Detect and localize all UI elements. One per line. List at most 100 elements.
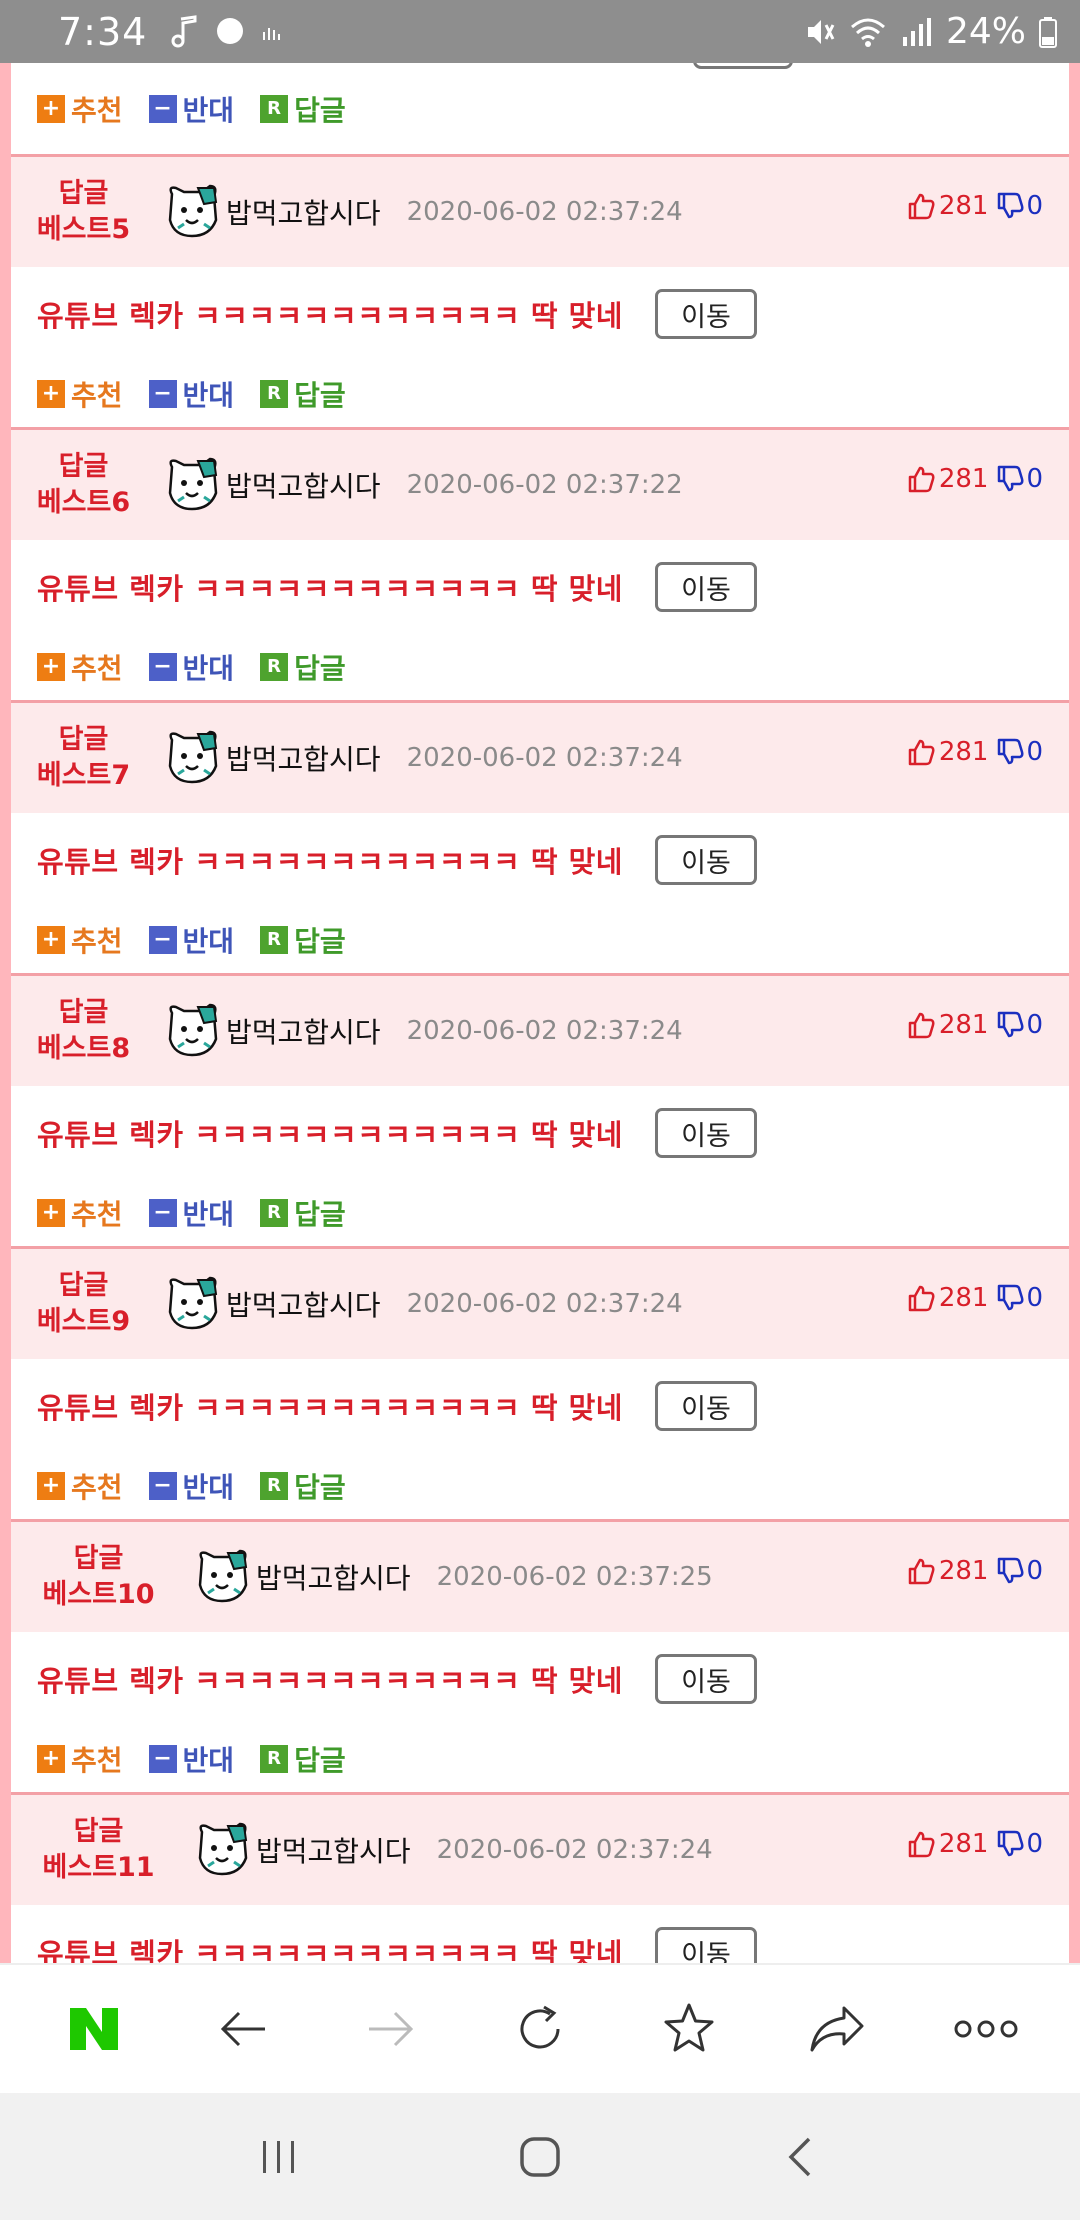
reply-icon: R [260, 926, 289, 954]
oppose-button[interactable]: − 반대 [148, 1193, 234, 1233]
reply-button[interactable]: R 답글 [260, 647, 346, 687]
oppose-button[interactable]: − 반대 [148, 1739, 234, 1779]
music-note-icon [171, 14, 197, 47]
reply-button[interactable]: R 답글 [260, 1193, 346, 1233]
back-arrow-icon[interactable] [193, 1979, 293, 2079]
home-icon[interactable] [516, 2133, 564, 2181]
recommend-button[interactable]: + 추천 [37, 920, 123, 960]
dislike-count: 0 [1026, 1010, 1043, 1040]
comment-item: 답글 베스트6 밥먹고합시다 2020-06-02 02:37:22 281 0… [11, 430, 1069, 703]
like-count: 281 [938, 1283, 989, 1313]
plus-icon: + [37, 1199, 65, 1227]
comment-header: 답글 베스트10 밥먹고합시다 2020-06-02 02:37:25 281 … [11, 1522, 1069, 1632]
user-avatar-icon [168, 730, 218, 784]
author-name[interactable]: 밥먹고합시다 [226, 1284, 381, 1324]
move-button[interactable]: 이동 [655, 562, 757, 612]
thumbs-up-icon[interactable] [907, 192, 935, 220]
thumbs-down-icon[interactable] [996, 738, 1024, 766]
thumbs-down-icon[interactable] [996, 1284, 1024, 1312]
author-name[interactable]: 밥먹고합시다 [256, 1557, 411, 1597]
reply-button[interactable]: R 답글 [260, 1739, 346, 1779]
vote-counts: 281 0 [907, 1283, 1043, 1313]
naver-logo-icon[interactable] [44, 1979, 144, 2079]
reply-button[interactable]: R 답글 [260, 1466, 346, 1506]
recommend-button[interactable]: + 추천 [37, 1466, 123, 1506]
share-icon[interactable] [787, 1979, 887, 2079]
comment-text: 유튜브 렉카 ㅋㅋㅋㅋㅋㅋㅋㅋㅋㅋㅋㅋ 딱 맞네 [37, 845, 623, 879]
move-button[interactable]: 이동 [655, 1654, 757, 1704]
oppose-button[interactable]: − 반대 [148, 647, 234, 687]
comment-date: 2020-06-02 02:37:24 [406, 1289, 683, 1319]
comment-actions: + 추천 − 반대 R 답글 [11, 907, 1069, 973]
recommend-button[interactable]: + 추천 [37, 1739, 123, 1779]
status-bar: 7:34 24% [0, 0, 1080, 63]
comment-list: + 추천 − 반대 R 답글 답글 베스트5 밥먹고합시다 2020-06-02 02… [11, 63, 1069, 1963]
comment-actions: + 추천 − 반대 R 답글 [11, 361, 1069, 427]
thumbs-up-icon[interactable] [907, 1011, 935, 1039]
recommend-button[interactable]: + 추천 [37, 647, 123, 687]
thumbs-up-icon[interactable] [907, 1830, 935, 1858]
status-time: 7:34 [58, 9, 148, 54]
recommend-button[interactable]: + 추천 [37, 89, 123, 129]
move-button[interactable]: 이동 [655, 835, 757, 885]
reply-button[interactable]: R 답글 [260, 920, 346, 960]
thumbs-down-icon[interactable] [996, 1830, 1024, 1858]
oppose-button[interactable]: − 반대 [148, 89, 234, 129]
comment-date: 2020-06-02 02:37:25 [436, 1562, 713, 1592]
recent-apps-icon[interactable] [257, 2135, 301, 2179]
comment-item: 답글 베스트8 밥먹고합시다 2020-06-02 02:37:24 281 0… [11, 976, 1069, 1249]
move-button[interactable]: 이동 [655, 1108, 757, 1158]
recommend-button[interactable]: + 추천 [37, 1193, 123, 1233]
vote-counts: 281 0 [907, 1010, 1043, 1040]
oppose-button[interactable]: − 반대 [148, 920, 234, 960]
forward-arrow-icon[interactable] [341, 1979, 441, 2079]
battery-percent: 24% [945, 11, 1026, 52]
comment-header: 답글 베스트11 밥먹고합시다 2020-06-02 02:37:24 281 … [11, 1795, 1069, 1905]
comment-item: 답글 베스트5 밥먹고합시다 2020-06-02 02:37:24 281 0… [11, 157, 1069, 430]
comment-date: 2020-06-02 02:37:24 [436, 1835, 713, 1865]
previous-move-button[interactable] [693, 63, 793, 69]
reply-button[interactable]: R 답글 [260, 374, 346, 414]
reply-button[interactable]: R 답글 [260, 89, 346, 129]
bookmark-star-icon[interactable] [639, 1979, 739, 2079]
refresh-icon[interactable] [490, 1979, 590, 2079]
comment-item: 답글 베스트10 밥먹고합시다 2020-06-02 02:37:25 281 … [11, 1522, 1069, 1795]
author-name[interactable]: 밥먹고합시다 [226, 738, 381, 778]
minus-icon: − [148, 94, 177, 123]
more-options-icon[interactable] [936, 1979, 1036, 2079]
plus-icon: + [37, 94, 65, 123]
thumbs-down-icon[interactable] [996, 1557, 1024, 1585]
comment-date: 2020-06-02 02:37:24 [406, 1016, 683, 1046]
author-name[interactable]: 밥먹고합시다 [226, 192, 381, 232]
signal-icon [902, 17, 931, 46]
comment-text: 유튜브 렉카 ㅋㅋㅋㅋㅋㅋㅋㅋㅋㅋㅋㅋ 딱 맞네 [37, 1391, 623, 1425]
thumbs-up-icon[interactable] [907, 465, 935, 493]
author-name[interactable]: 밥먹고합시다 [226, 1011, 381, 1051]
plus-icon: + [37, 1472, 65, 1500]
system-icons: 24% [802, 11, 1058, 52]
mute-icon [807, 19, 835, 44]
thumbs-up-icon[interactable] [907, 1284, 935, 1312]
author-name[interactable]: 밥먹고합시다 [256, 1830, 411, 1870]
thumbs-up-icon[interactable] [907, 1557, 935, 1585]
thumbs-up-icon[interactable] [907, 738, 935, 766]
author-name[interactable]: 밥먹고합시다 [226, 465, 381, 505]
thumbs-down-icon[interactable] [996, 192, 1024, 220]
user-avatar-icon [198, 1549, 248, 1603]
comment-date: 2020-06-02 02:37:24 [406, 197, 683, 227]
oppose-button[interactable]: − 반대 [148, 1466, 234, 1506]
dislike-count: 0 [1026, 1283, 1043, 1313]
move-button[interactable]: 이동 [655, 1381, 757, 1431]
thumbs-down-icon[interactable] [996, 1011, 1024, 1039]
reply-icon: R [260, 653, 289, 681]
comment-header: 답글 베스트6 밥먹고합시다 2020-06-02 02:37:22 281 0 [11, 430, 1069, 540]
move-button[interactable]: 이동 [655, 1927, 757, 1963]
reply-icon: R [260, 94, 289, 123]
like-count: 281 [938, 464, 989, 494]
oppose-button[interactable]: − 반대 [148, 374, 234, 414]
move-button[interactable]: 이동 [655, 289, 757, 339]
system-back-icon[interactable] [779, 2133, 823, 2181]
plus-icon: + [37, 653, 65, 681]
recommend-button[interactable]: + 추천 [37, 374, 123, 414]
thumbs-down-icon[interactable] [996, 465, 1024, 493]
